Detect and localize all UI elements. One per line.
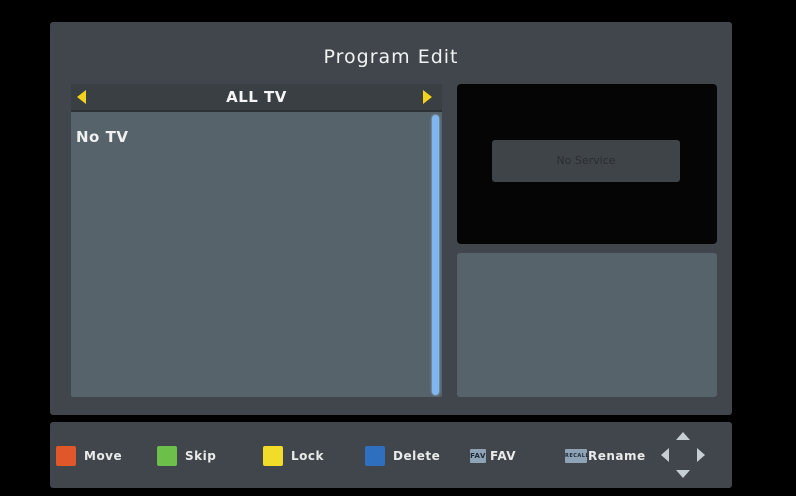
channel-list-panel: ALL TV No TV [71, 84, 442, 397]
help-delete[interactable]: Delete [365, 446, 440, 466]
help-skip[interactable]: Skip [157, 446, 216, 466]
help-move-label: Move [84, 449, 123, 463]
help-rename-label: Rename [588, 449, 646, 463]
list-scrollbar[interactable] [432, 115, 439, 395]
main-panel: Program Edit ALL TV No TV No Service [50, 22, 732, 415]
help-rename[interactable]: RECALL Rename [565, 446, 646, 466]
video-preview: No Service [457, 84, 717, 244]
help-lock[interactable]: Lock [263, 446, 324, 466]
recall-key-icon: RECALL [565, 449, 589, 463]
green-key-icon [157, 446, 177, 466]
help-move[interactable]: Move [56, 446, 122, 466]
channel-info-panel [457, 253, 717, 397]
help-fav[interactable]: FAV FAV [470, 446, 516, 466]
no-service-message: No Service [492, 140, 680, 182]
group-selector[interactable]: ALL TV [71, 84, 442, 112]
empty-list-message: No TV [76, 128, 129, 146]
fav-key-icon: FAV [470, 449, 486, 463]
help-bar: Move Skip Lock Delete FAV FAV RECALL Ren… [50, 422, 732, 488]
help-fav-label: FAV [490, 449, 517, 463]
help-delete-label: Delete [393, 449, 441, 463]
blue-key-icon [365, 446, 385, 466]
channel-list[interactable]: No TV [71, 112, 431, 397]
help-lock-label: Lock [291, 449, 324, 463]
dpad-arrows-icon [661, 432, 705, 478]
program-edit-screen: Program Edit ALL TV No TV No Service Mov… [0, 0, 796, 496]
page-title: Program Edit [323, 46, 459, 68]
yellow-key-icon [263, 446, 283, 466]
help-skip-label: Skip [185, 449, 217, 463]
red-key-icon [56, 446, 76, 466]
group-name: ALL TV [226, 88, 287, 106]
arrow-right-icon[interactable] [423, 90, 432, 104]
